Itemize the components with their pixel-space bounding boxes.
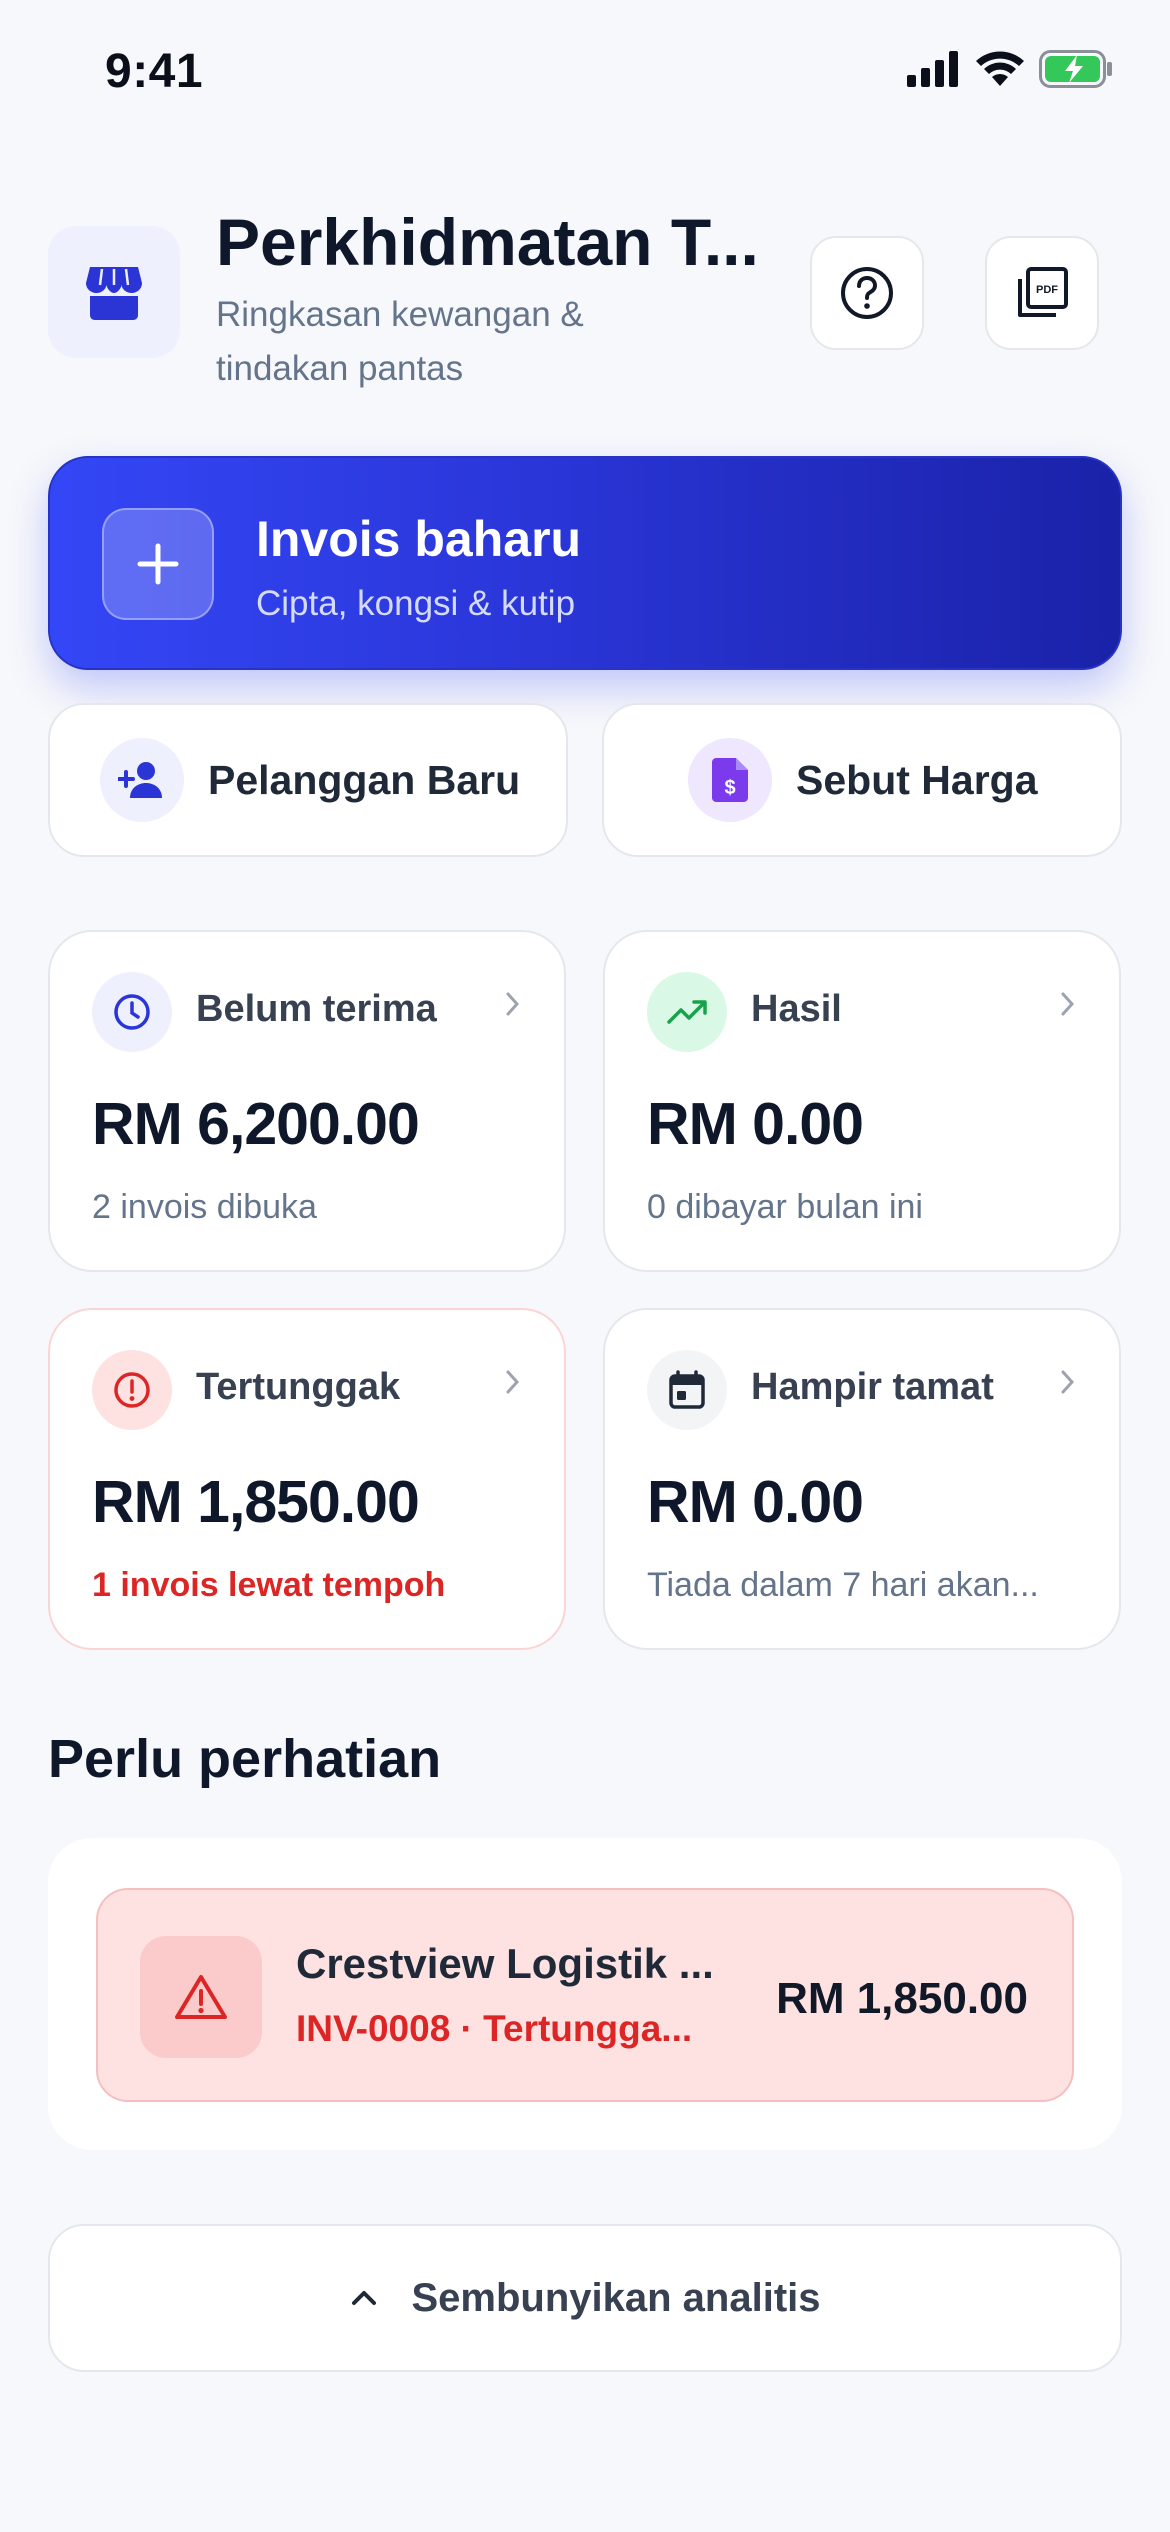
hide-analytics-label: Sembunyikan analitis xyxy=(411,2275,821,2320)
clock-icon xyxy=(92,972,172,1052)
attention-panel: Crestview Logistik ... INV-0008 · Tertun… xyxy=(48,1838,1122,2150)
stat-value: RM 0.00 xyxy=(647,1091,864,1157)
new-invoice-title: Invois baharu xyxy=(256,511,582,567)
alert-circle-icon xyxy=(92,1350,172,1430)
new-invoice-subtitle: Cipta, kongsi & kutip xyxy=(256,584,576,623)
chevron-right-icon xyxy=(506,1370,520,1394)
chevron-up-icon xyxy=(352,2291,377,2305)
help-icon xyxy=(841,267,893,319)
stat-label: Belum terima xyxy=(196,988,437,1030)
pdf-icon: PDF xyxy=(1018,267,1068,317)
page-subtitle: Ringkasan kewangan & tindakan pantas xyxy=(216,295,584,388)
attention-section-title: Perlu perhatian xyxy=(48,1729,442,1789)
stat-subtext: 0 dibayar bulan ini xyxy=(647,1188,923,1226)
stat-label: Hasil xyxy=(751,988,842,1030)
quote-document-icon: $ xyxy=(688,738,772,822)
svg-text:PDF: PDF xyxy=(1036,284,1058,296)
stat-subtext: Tiada dalam 7 hari akan... xyxy=(647,1566,1039,1604)
help-button[interactable] xyxy=(810,236,924,350)
stat-value: RM 0.00 xyxy=(647,1469,864,1535)
store-logo xyxy=(48,226,180,358)
stat-card-overdue[interactable]: Tertunggak RM 1,850.00 1 invois lewat te… xyxy=(48,1308,566,1650)
chevron-right-icon xyxy=(506,992,520,1016)
stat-label: Hampir tamat xyxy=(751,1366,994,1408)
status-icons xyxy=(907,50,1115,88)
attention-customer-name: Crestview Logistik ... xyxy=(296,1940,714,1987)
stat-card-receivable[interactable]: Belum terima RM 6,200.00 2 invois dibuka xyxy=(48,930,566,1272)
trending-up-icon xyxy=(647,972,727,1052)
wifi-icon xyxy=(976,51,1024,86)
stat-label: Tertunggak xyxy=(196,1366,401,1408)
quote-button[interactable]: $ Sebut Harga xyxy=(602,703,1122,857)
chevron-right-icon xyxy=(1061,1370,1075,1394)
signal-icon xyxy=(907,51,958,87)
stat-value: RM 6,200.00 xyxy=(92,1091,420,1157)
quote-label: Sebut Harga xyxy=(796,756,1038,803)
attention-amount: RM 1,850.00 xyxy=(776,1974,1028,2023)
hide-analytics-button[interactable]: Sembunyikan analitis xyxy=(48,2224,1122,2372)
chevron-right-icon xyxy=(1061,992,1075,1016)
page-title: Perkhidmatan T... xyxy=(216,205,759,279)
pdf-export-button[interactable]: PDF xyxy=(985,236,1099,350)
calendar-icon xyxy=(647,1350,727,1430)
stat-card-due-soon[interactable]: Hampir tamat RM 0.00 Tiada dalam 7 hari … xyxy=(603,1308,1121,1650)
stat-card-revenue[interactable]: Hasil RM 0.00 0 dibayar bulan ini xyxy=(603,930,1121,1272)
new-customer-label: Pelanggan Baru xyxy=(208,756,521,803)
attention-invoice-meta: INV-0008 · Tertungga... xyxy=(296,2008,693,2049)
store-icon xyxy=(86,267,142,320)
stat-subtext: 1 invois lewat tempoh xyxy=(92,1566,446,1604)
svg-text:$: $ xyxy=(724,777,735,799)
new-customer-button[interactable]: Pelanggan Baru xyxy=(48,703,568,857)
attention-item[interactable]: Crestview Logistik ... INV-0008 · Tertun… xyxy=(96,1888,1074,2102)
new-invoice-button[interactable]: Invois baharu Cipta, kongsi & kutip xyxy=(48,456,1122,670)
warning-triangle-icon xyxy=(140,1936,262,2058)
battery-charging-icon xyxy=(1039,50,1112,88)
plus-icon xyxy=(102,508,214,620)
add-person-icon xyxy=(100,738,184,822)
stat-value: RM 1,850.00 xyxy=(92,1469,420,1535)
status-time: 9:41 xyxy=(105,45,204,98)
stat-subtext: 2 invois dibuka xyxy=(92,1188,317,1226)
